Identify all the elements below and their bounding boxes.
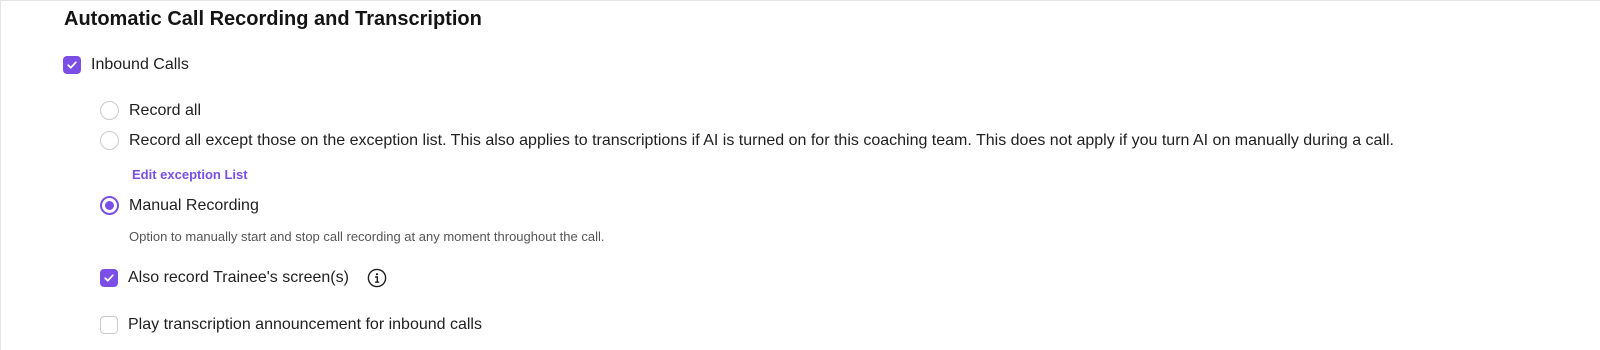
- announcement-label: Play transcription announcement for inbo…: [128, 316, 482, 333]
- manual-recording-help-text: Option to manually start and stop call r…: [129, 229, 605, 244]
- record-screen-option[interactable]: Also record Trainee's screen(s): [100, 268, 387, 288]
- record-all-option[interactable]: Record all: [100, 101, 201, 120]
- record-all-label: Record all: [129, 101, 202, 119]
- announcement-checkbox[interactable]: [100, 316, 118, 334]
- checkmark-icon: [104, 274, 114, 282]
- inbound-calls-checkbox[interactable]: [63, 56, 81, 74]
- inbound-calls-label: Inbound Calls: [91, 56, 189, 73]
- record-except-label: Record all except those on the exception…: [129, 131, 1394, 149]
- radio-selected-dot: [105, 201, 114, 210]
- record-except-radio[interactable]: [100, 131, 119, 150]
- edit-exception-list-link[interactable]: Edit exception List: [132, 167, 248, 182]
- record-screen-checkbox[interactable]: [100, 269, 118, 287]
- record-all-radio[interactable]: [100, 101, 119, 120]
- record-screen-label: Also record Trainee's screen(s): [128, 269, 349, 286]
- inbound-calls-option[interactable]: Inbound Calls: [63, 56, 189, 74]
- info-icon[interactable]: [367, 268, 387, 288]
- manual-recording-label: Manual Recording: [129, 196, 259, 214]
- announcement-option[interactable]: Play transcription announcement for inbo…: [100, 316, 482, 334]
- section-title: Automatic Call Recording and Transcripti…: [64, 8, 482, 30]
- manual-recording-option[interactable]: Manual Recording: [100, 196, 259, 215]
- call-recording-settings-panel: Automatic Call Recording and Transcripti…: [0, 0, 1600, 350]
- checkmark-icon: [67, 61, 77, 69]
- record-except-option[interactable]: Record all except those on the exception…: [100, 131, 1394, 150]
- manual-recording-radio[interactable]: [100, 196, 119, 215]
